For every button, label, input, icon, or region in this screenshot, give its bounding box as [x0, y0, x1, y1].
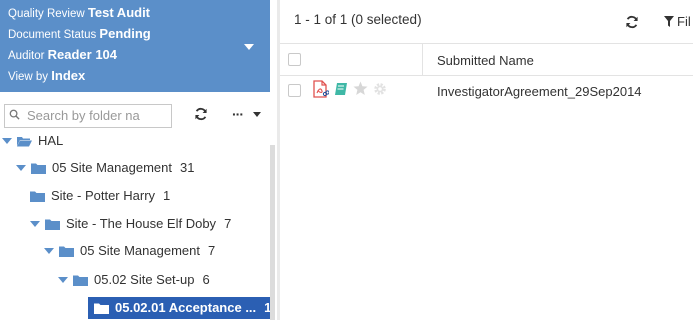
chevron-down-icon[interactable]	[30, 221, 40, 227]
tree-scrollbar[interactable]	[270, 145, 275, 320]
document-grid-panel: 1 - 1 of 1 (0 selected) Fil Submitted Na…	[280, 0, 693, 320]
folder-search-input[interactable]: Search by folder na	[4, 104, 172, 128]
tree-node-label: Site - The House Elf Doby	[66, 216, 217, 231]
review-value: Test Audit	[87, 5, 151, 20]
folder-tree: HAL 05 Site Management 31 Site - Potter …	[0, 128, 270, 320]
select-all-checkbox[interactable]	[288, 53, 301, 66]
chevron-down-icon[interactable]	[2, 138, 12, 144]
review-label: Document Status	[8, 29, 97, 41]
book-icon[interactable]	[334, 82, 348, 101]
star-icon[interactable]	[353, 81, 368, 101]
folder-icon	[94, 303, 109, 314]
left-panel: Quality Review Test Audit Document Statu…	[0, 0, 280, 320]
table-row[interactable]: InvestigatorAgreement_29Sep2014	[280, 76, 693, 106]
row-checkbox[interactable]	[288, 84, 301, 97]
filter-label: Fil	[677, 14, 691, 29]
quality-review-summary[interactable]: Quality Review Test Audit Document Statu…	[0, 0, 270, 92]
folder-icon	[31, 163, 46, 174]
tree-node-label: Site - Potter Harry	[51, 188, 156, 203]
more-options-icon[interactable]: ···	[232, 104, 244, 124]
record-range: 1 - 1 of 1 (0 selected)	[294, 12, 422, 27]
filter-button[interactable]: Fil	[664, 14, 691, 29]
chevron-down-icon[interactable]	[44, 248, 54, 254]
chevron-down-icon[interactable]	[244, 44, 254, 50]
refresh-icon[interactable]	[194, 107, 208, 121]
pdf-file-icon[interactable]	[313, 79, 330, 103]
tree-node-label: 05 Site Management	[52, 160, 172, 175]
review-value: Reader 104	[47, 47, 118, 62]
search-placeholder: Search by folder na	[27, 108, 140, 123]
folder-icon	[30, 191, 45, 202]
review-value: Pending	[99, 26, 151, 41]
tree-node-count: 31	[179, 160, 195, 175]
column-divider[interactable]	[422, 44, 423, 76]
review-value: Index	[51, 68, 86, 83]
chevron-down-icon[interactable]	[58, 277, 68, 283]
tree-node-05-02-01-acceptance-selected[interactable]: 05.02.01 Acceptance ... 1	[88, 297, 270, 319]
tree-node-site-the-house-elf-doby[interactable]: Site - The House Elf Doby 7	[30, 213, 231, 235]
review-line-view-by: View by Index	[8, 66, 262, 87]
review-line-quality-review: Quality Review Test Audit	[8, 3, 262, 24]
tree-node-label: 05 Site Management	[80, 243, 200, 258]
tree-node-label: 05.02.01 Acceptance ...	[115, 300, 257, 315]
review-label: Auditor	[8, 50, 45, 62]
filter-icon	[664, 16, 674, 27]
tree-node-count: 7	[207, 243, 216, 258]
review-label: View by	[8, 71, 49, 83]
column-header-submitted-name[interactable]: Submitted Name	[437, 53, 534, 68]
chevron-down-icon[interactable]	[253, 112, 261, 117]
review-line-auditor: Auditor Reader 104	[8, 45, 262, 66]
tree-node-label: HAL	[38, 133, 64, 148]
tree-node-05-site-management-nested[interactable]: 05 Site Management 7	[44, 240, 215, 262]
gear-icon[interactable]	[373, 82, 387, 101]
search-icon	[9, 109, 20, 120]
folder-icon	[59, 246, 74, 257]
folder-icon	[45, 219, 60, 230]
tree-node-count: 6	[202, 272, 210, 287]
tree-node-count: 7	[224, 216, 232, 231]
folder-open-icon	[17, 136, 32, 146]
row-icons	[313, 79, 392, 103]
folder-icon	[73, 275, 88, 286]
review-line-document-status: Document Status Pending	[8, 24, 262, 45]
tree-node-05-02-site-set-up[interactable]: 05.02 Site Set-up 6	[58, 269, 210, 291]
tree-node-label: 05.02 Site Set-up	[94, 272, 195, 287]
folder-search-row: Search by folder na ···	[4, 104, 270, 128]
tree-node-hal[interactable]: HAL	[2, 130, 63, 152]
tree-node-05-site-management[interactable]: 05 Site Management 31	[16, 157, 194, 179]
chevron-down-icon[interactable]	[16, 165, 26, 171]
grid-toolbar: 1 - 1 of 1 (0 selected) Fil	[280, 0, 693, 44]
tree-node-count: 1	[163, 188, 171, 203]
document-name[interactable]: InvestigatorAgreement_29Sep2014	[437, 84, 642, 99]
refresh-icon[interactable]	[625, 15, 639, 29]
review-label: Quality Review	[8, 8, 85, 20]
grid-header-row: Submitted Name	[280, 44, 693, 76]
tree-node-site-potter-harry[interactable]: Site - Potter Harry 1	[30, 185, 170, 207]
